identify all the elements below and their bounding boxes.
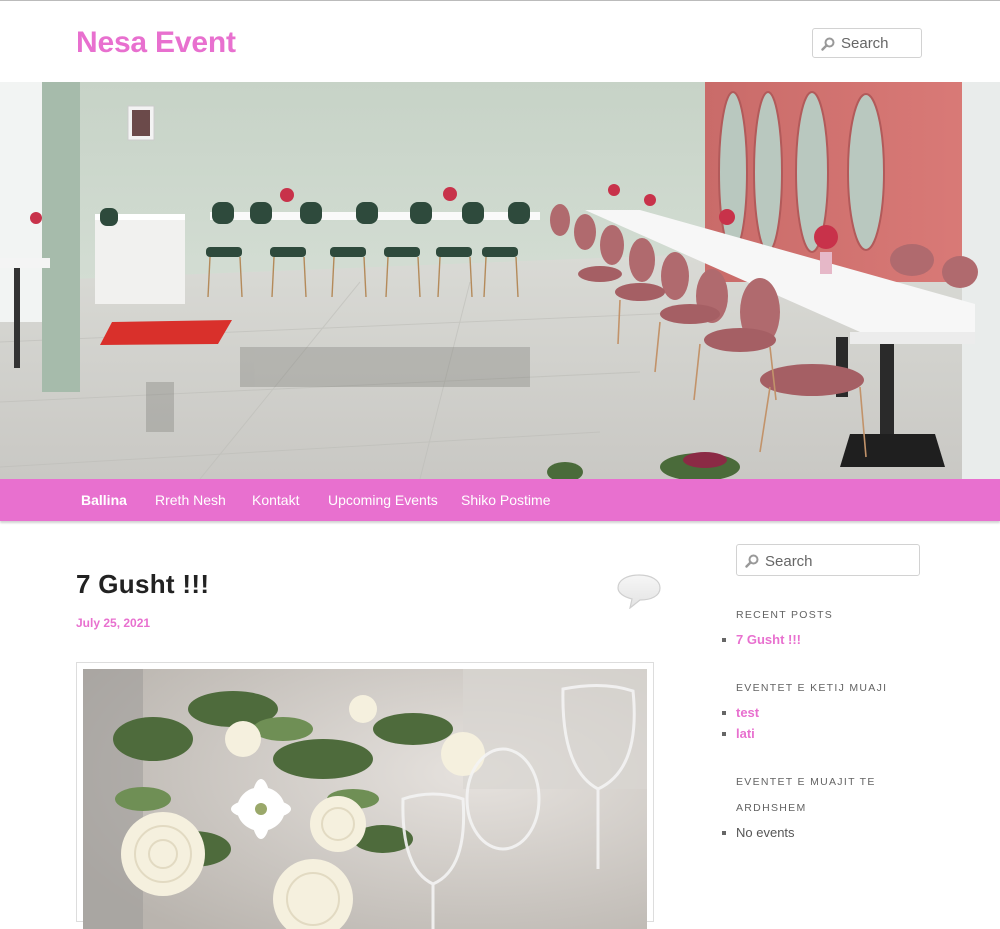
recent-posts-title: RECENT POSTS xyxy=(736,609,834,621)
recent-post-link[interactable]: 7 Gusht !!! xyxy=(722,629,801,650)
search-placeholder: Search xyxy=(765,553,813,570)
post-featured-image xyxy=(83,669,647,929)
site-title[interactable]: Nesa Event xyxy=(76,26,236,60)
header-banner-image xyxy=(0,82,1000,479)
header-search-input[interactable]: Search xyxy=(812,28,922,58)
nav-item-rreth-nesh[interactable]: Rreth Nesh xyxy=(155,492,226,508)
sidebar-search-input[interactable]: Search xyxy=(736,544,920,576)
event-link[interactable]: test xyxy=(721,702,759,723)
nav-item-upcoming-events[interactable]: Upcoming Events xyxy=(328,492,438,508)
nav-item-shiko-postime[interactable]: Shiko Postime xyxy=(461,492,550,508)
post-date[interactable]: July 25, 2021 xyxy=(76,616,150,630)
comment-bubble-icon[interactable] xyxy=(616,573,662,609)
search-icon xyxy=(821,37,835,51)
recent-posts-list: 7 Gusht !!! xyxy=(722,629,801,650)
next-month-events-list: No events xyxy=(722,822,795,843)
top-border xyxy=(0,0,1000,1)
main-navigation: Ballina Rreth Nesh Kontakt Upcoming Even… xyxy=(0,479,1000,521)
search-placeholder: Search xyxy=(841,35,889,52)
post-featured-image-frame xyxy=(76,662,654,929)
event-link[interactable]: lati xyxy=(721,723,759,744)
search-icon xyxy=(745,554,759,568)
this-month-events-title: EVENTET E KETIJ MUAJI xyxy=(736,682,888,694)
next-month-title-line2: ARDHSHEM xyxy=(736,802,807,814)
this-month-events-list: test lati xyxy=(721,702,759,744)
post-title[interactable]: 7 Gusht !!! xyxy=(76,569,209,600)
nav-item-kontakt[interactable]: Kontakt xyxy=(252,492,299,508)
next-month-title-line1: EVENTET E MUAJIT TE xyxy=(736,776,876,788)
nav-item-ballina[interactable]: Ballina xyxy=(81,492,127,508)
next-month-events-title: EVENTET E MUAJIT TE ARDHSHEM xyxy=(736,769,876,821)
no-events-text: No events xyxy=(722,822,795,843)
